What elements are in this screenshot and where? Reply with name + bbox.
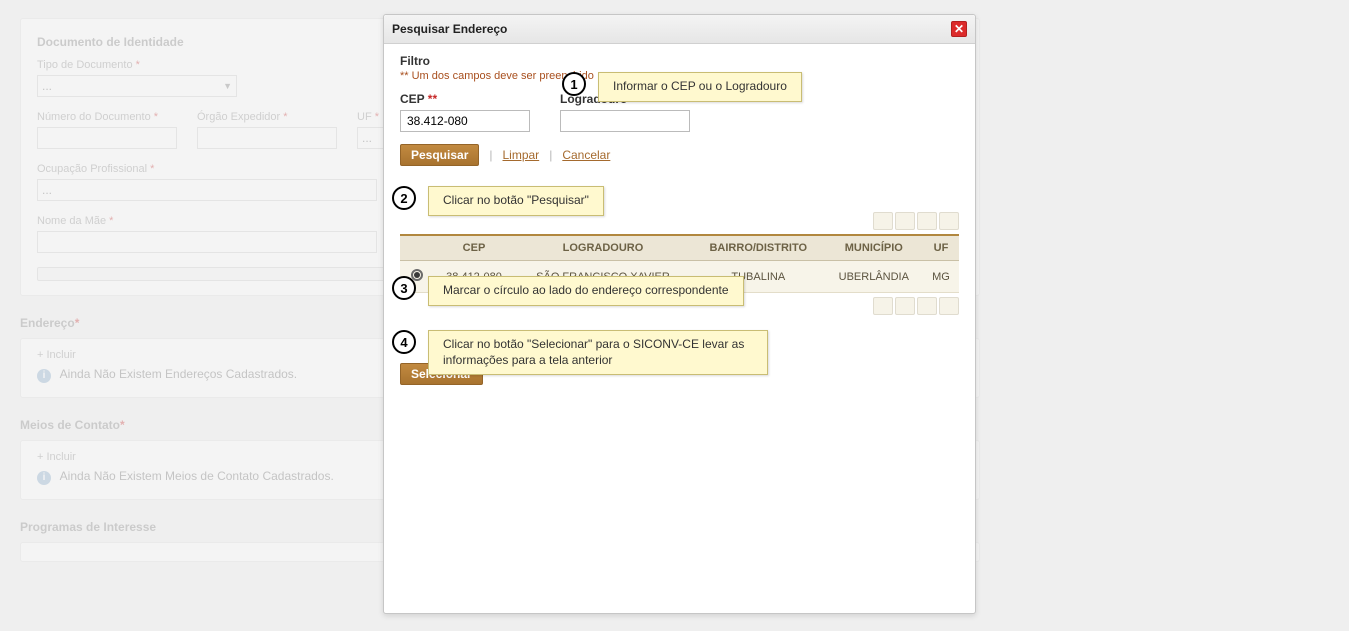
col-uf: UF — [923, 235, 959, 261]
results-table: CEP LOGRADOURO BAIRRO/DISTRITO MUNICÍPIO… — [400, 234, 959, 293]
filtro-instruction: ** Um dos campos deve ser preenchido — [400, 70, 959, 82]
pager-prev[interactable] — [895, 212, 915, 230]
logradouro-field: Logradouro ** — [560, 92, 690, 132]
cell-bairro: TUBALINA — [692, 261, 825, 293]
pager-next[interactable] — [917, 212, 937, 230]
pager-next[interactable] — [917, 297, 937, 315]
callout-number-2: 2 — [392, 186, 416, 210]
table-row[interactable]: 38.412-080 SÃO FRANCISCO XAVIER TUBALINA… — [400, 261, 959, 293]
cancelar-link[interactable]: Cancelar — [562, 148, 610, 162]
pager-last[interactable] — [939, 297, 959, 315]
selecionar-button[interactable]: Selecionar — [400, 363, 483, 385]
modal-titlebar: Pesquisar Endereço ✕ — [384, 15, 975, 44]
modal-title-text: Pesquisar Endereço — [392, 22, 507, 36]
pager-first[interactable] — [873, 212, 893, 230]
callout-number-4: 4 — [392, 330, 416, 354]
cell-cep: 38.412-080 — [434, 261, 514, 293]
logradouro-input[interactable] — [560, 110, 690, 132]
pager-first[interactable] — [873, 297, 893, 315]
col-municipio: MUNICÍPIO — [825, 235, 923, 261]
pesquisar-endereco-modal: Pesquisar Endereço ✕ Filtro ** Um dos ca… — [383, 14, 976, 614]
pager-prev[interactable] — [895, 297, 915, 315]
pager-top — [400, 212, 959, 230]
limpar-link[interactable]: Limpar — [503, 148, 540, 162]
cell-municipio: UBERLÂNDIA — [825, 261, 923, 293]
col-logradouro: LOGRADOURO — [514, 235, 692, 261]
pesquisar-button[interactable]: Pesquisar — [400, 144, 479, 166]
cell-uf: MG — [923, 261, 959, 293]
close-icon[interactable]: ✕ — [951, 21, 967, 37]
col-cep: CEP — [434, 235, 514, 261]
pager-bottom — [400, 297, 959, 315]
cep-input[interactable] — [400, 110, 530, 132]
cell-logradouro: SÃO FRANCISCO XAVIER — [514, 261, 692, 293]
row-radio[interactable] — [411, 269, 423, 281]
pager-last[interactable] — [939, 212, 959, 230]
filtro-heading: Filtro — [400, 54, 959, 68]
cep-field: CEP ** — [400, 92, 530, 132]
col-bairro: BAIRRO/DISTRITO — [692, 235, 825, 261]
